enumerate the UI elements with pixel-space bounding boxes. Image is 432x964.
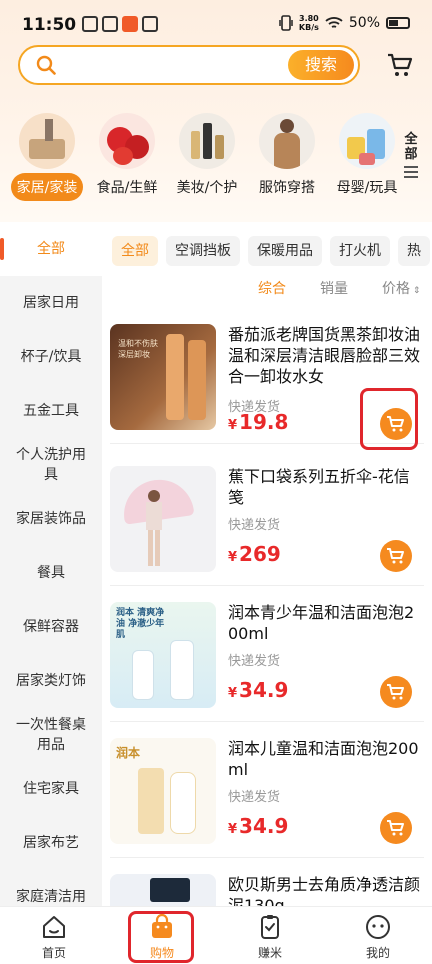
vibrate-icon [279,15,293,31]
fresh-food-icon [99,113,155,169]
category-fresh-food[interactable]: 食品/生鲜 [88,110,166,197]
cart-icon[interactable] [386,51,414,79]
all-categories-label: 全部 [404,132,418,162]
earn-icon [261,915,279,939]
shipping-label: 快递发货 [228,790,281,805]
status-time: 11:50 [22,15,77,35]
shipping-label: 快递发货 [228,654,281,669]
sidebar-item[interactable]: 家居装饰品 [0,492,102,546]
sidebar-item[interactable]: 家庭清洁用 [0,870,102,906]
add-to-cart-button[interactable] [380,540,412,572]
shipping-label: 快递发货 [228,518,281,533]
search-icon [36,55,56,75]
notification-icon [142,16,158,32]
sidebar-item[interactable]: 个人洗护用具 [0,438,102,492]
net-speed: 3.80 KB/s [298,14,319,32]
header-area: 11:50 3.80 KB/s 50% 搜索 家居/家装 食品/生鲜 美妆/个护… [0,0,432,222]
category-sidebar: 全部 居家日用 杯子/饮具 五金工具 个人洗护用具 家居装饰品 餐具 保鲜容器 … [0,222,102,906]
product-panel: 全部 空调挡板 保暖用品 打火机 热 综合 销量 价格 ⇕ 温和不伤肤 深层卸妆… [102,222,432,906]
product-price: ¥34.9 [228,678,289,702]
product-card[interactable]: 欧贝斯男士去角质净透洁颜泥130g [110,874,424,906]
product-card[interactable]: 润本 润本儿童温和洁面泡泡200ml 快递发货 ¥34.9 [110,738,424,858]
sort-sales[interactable]: 销量 [320,278,348,298]
product-name: 蕉下口袋系列五折伞-花信笺 [228,467,410,507]
all-categories-button[interactable]: 全部 [398,132,424,181]
sort-bar: 综合 销量 价格 ⇕ [102,278,432,304]
tab-shopping[interactable]: 购物 [122,913,202,961]
product-name: 润本青少年温和洁面泡泡200ml [228,603,415,643]
tab-profile[interactable]: 我的 [338,913,418,961]
status-bar: 11:50 3.80 KB/s 50% [0,0,432,50]
sidebar-item[interactable]: 杯子/饮具 [0,330,102,384]
sort-arrows-icon: ⇕ [410,286,421,296]
chip[interactable]: 打火机 [330,236,390,266]
cart-icon [387,820,404,836]
sidebar-item[interactable]: 住宅家具 [0,762,102,816]
battery-percent: 50% [348,15,380,31]
shopping-bag-icon [152,913,172,938]
notification-icon [122,16,138,32]
sidebar-item[interactable]: 五金工具 [0,384,102,438]
product-image [110,874,216,906]
cosmetics-icon [179,113,235,169]
category-row: 家居/家装 食品/生鲜 美妆/个护 服饰穿搭 母婴/玩具 [8,110,398,210]
sidebar-item[interactable]: 居家日用 [0,276,102,330]
cart-icon [387,416,404,432]
notification-icon [82,16,98,32]
home-icon [43,916,65,938]
sidebar-item[interactable]: 居家布艺 [0,816,102,870]
profile-icon [366,915,390,939]
product-name: 欧贝斯男士去角质净透洁颜泥130g [228,875,420,906]
product-image: 温和不伤肤 深层卸妆 [110,324,216,430]
category-baby-toys[interactable]: 母婴/玩具 [328,110,406,197]
chip[interactable]: 热 [398,236,430,266]
cart-icon [387,548,404,564]
product-price: ¥34.9 [228,814,289,838]
product-image: 润本 [110,738,216,844]
product-card[interactable]: 润本 清爽净油 净澈少年肌 润本青少年温和洁面泡泡200ml 快递发货 ¥34.… [110,602,424,722]
sort-comprehensive[interactable]: 综合 [258,278,286,298]
product-price: ¥269 [228,542,281,566]
subcategory-chips: 全部 空调挡板 保暖用品 打火机 热 [112,236,430,266]
search-bar[interactable]: 搜索 [18,45,360,85]
list-icon [404,166,418,178]
tab-earn[interactable]: 赚米 [230,913,310,961]
battery-icon [386,17,410,29]
category-home-goods[interactable]: 家居/家装 [8,110,86,201]
chip[interactable]: 保暖用品 [248,236,322,266]
sidebar-item[interactable]: 一次性餐桌用品 [0,708,102,762]
cart-icon [387,684,404,700]
add-to-cart-button[interactable] [380,676,412,708]
product-card[interactable]: 温和不伤肤 深层卸妆 番茄派老牌国货黑茶卸妆油温和深层清洁眼唇脸部三效合一卸妆水… [110,324,424,444]
notification-icon [102,16,118,32]
wifi-icon [325,17,343,28]
product-price: ¥19.8 [228,410,289,434]
category-cosmetics[interactable]: 美妆/个护 [168,110,246,197]
sidebar-item[interactable]: 餐具 [0,546,102,600]
sidebar-item[interactable]: 保鲜容器 [0,600,102,654]
home-goods-icon [19,113,75,169]
tab-home[interactable]: 首页 [14,913,94,961]
category-apparel[interactable]: 服饰穿搭 [248,110,326,197]
product-name: 番茄派老牌国货黑茶卸妆油温和深层清洁眼唇脸部三效合一卸妆水女 [228,325,420,386]
product-card[interactable]: 蕉下口袋系列五折伞-花信笺 快递发货 ¥269 [110,466,424,586]
status-right: 3.80 KB/s 50% [279,14,410,32]
add-to-cart-button[interactable] [380,408,412,440]
notification-icons [82,16,158,32]
search-button[interactable]: 搜索 [288,50,354,80]
chip-all[interactable]: 全部 [112,236,158,266]
bottom-tab-bar: 首页 购物 赚米 我的 [0,906,432,964]
baby-toys-icon [339,113,395,169]
product-image [110,466,216,572]
chip[interactable]: 空调挡板 [166,236,240,266]
sidebar-item[interactable]: 居家类灯饰 [0,654,102,708]
add-to-cart-button[interactable] [380,812,412,844]
apparel-icon [259,113,315,169]
product-image: 润本 清爽净油 净澈少年肌 [110,602,216,708]
sort-price[interactable]: 价格 ⇕ [382,278,420,298]
product-name: 润本儿童温和洁面泡泡200ml [228,739,419,779]
sidebar-item-all[interactable]: 全部 [0,222,102,276]
